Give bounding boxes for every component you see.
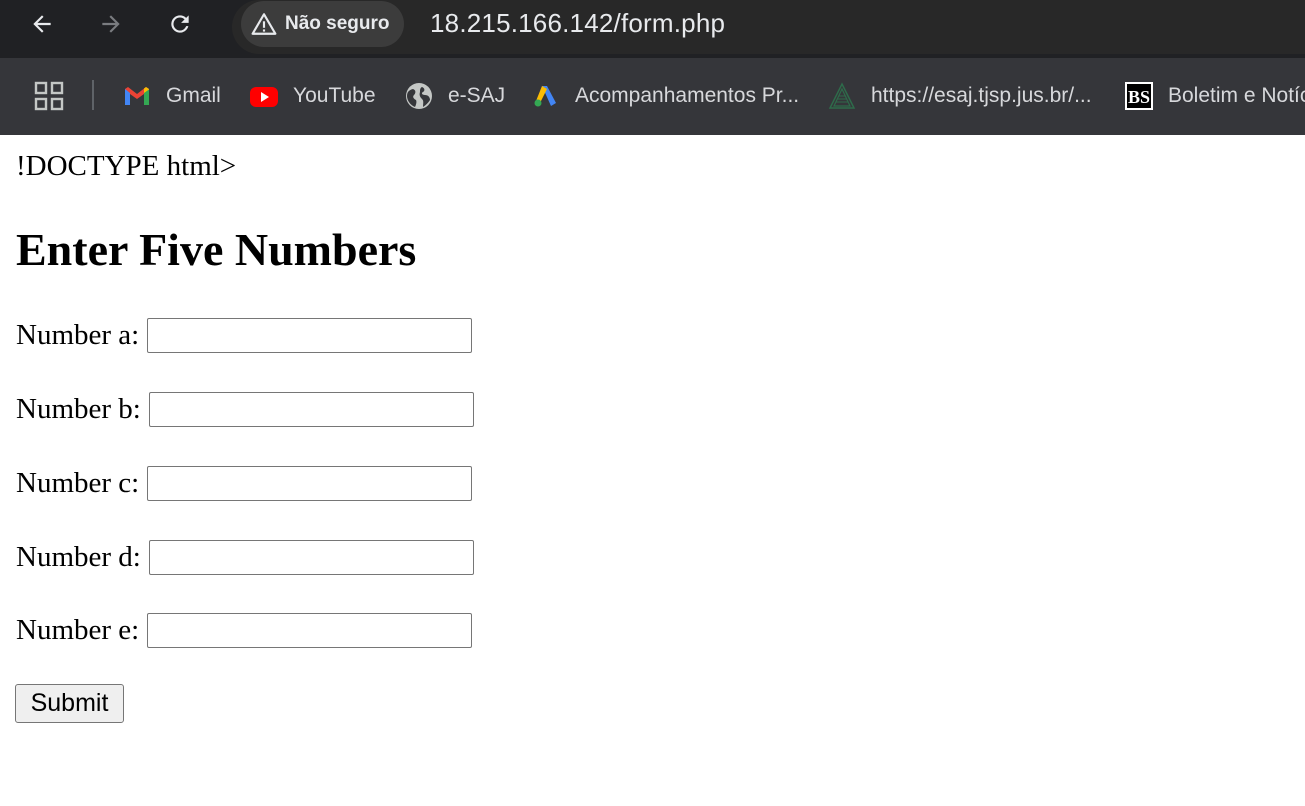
number-c-input[interactable]: [147, 465, 473, 501]
back-button[interactable]: [24, 6, 60, 42]
globe-icon: [404, 81, 434, 111]
number-e-input[interactable]: [147, 612, 473, 648]
bookmark-label: Acompanhamentos Pr...: [575, 84, 800, 107]
reload-button[interactable]: [162, 6, 198, 42]
field-row-d: Number d:: [16, 537, 474, 577]
svg-text:BS: BS: [1128, 87, 1150, 107]
bookmark-label: e-SAJ: [448, 84, 506, 107]
tjsp-icon: [827, 81, 857, 111]
number-a-input[interactable]: [147, 317, 473, 353]
arrow-right-icon: [102, 15, 120, 33]
number-b-label: Number b:: [16, 392, 141, 425]
google-ads-icon: [531, 81, 561, 111]
field-row-e: Number e:: [16, 610, 473, 650]
bookmark-label: Boletim e Notíc: [1168, 84, 1305, 107]
warning-triangle-icon: [251, 13, 277, 35]
doctype-text: !DOCTYPE html>: [16, 150, 237, 182]
apps-grid-icon: [34, 81, 64, 111]
url-text[interactable]: 18.215.166.142/form.php: [430, 8, 725, 39]
bookmarks-bar: Gmail YouTube e-SAJ Acompanhamentos Pr..…: [0, 58, 1305, 135]
gmail-icon: [122, 81, 152, 111]
number-a-label: Number a:: [16, 318, 140, 351]
arrow-left-icon: [33, 15, 51, 33]
bookmark-label: Gmail: [166, 84, 221, 107]
bookmark-youtube[interactable]: YouTube: [249, 78, 376, 114]
bs-icon: BS: [1124, 81, 1154, 111]
apps-grid-button[interactable]: [34, 81, 64, 111]
number-d-label: Number d:: [16, 540, 141, 573]
number-c-label: Number c:: [16, 466, 140, 499]
field-row-c: Number c:: [16, 463, 473, 503]
browser-toolbar: Não seguro 18.215.166.142/form.php: [0, 0, 1305, 58]
field-row-b: Number b:: [16, 389, 474, 429]
reload-icon: [171, 15, 189, 33]
bookmark-acompanhamentos[interactable]: Acompanhamentos Pr...: [531, 78, 799, 114]
page-title: Enter Five Numbers: [16, 224, 417, 275]
bookmark-label: YouTube: [293, 84, 376, 107]
bookmark-gmail[interactable]: Gmail: [122, 78, 221, 114]
number-b-input[interactable]: [148, 391, 474, 427]
page-content: !DOCTYPE html> Enter Five Numbers Number…: [0, 135, 1305, 806]
bookmarks-separator: [92, 80, 94, 110]
youtube-icon: [249, 81, 279, 111]
forward-button[interactable]: [93, 6, 129, 42]
security-label: Não seguro: [285, 13, 390, 34]
field-row-a: Number a:: [16, 315, 473, 355]
bookmark-boletim[interactable]: BS Boletim e Notíc: [1124, 78, 1305, 114]
number-d-input[interactable]: [148, 539, 474, 575]
bookmark-esaj[interactable]: e-SAJ: [404, 78, 505, 114]
bookmark-tjsp[interactable]: https://esaj.tjsp.jus.br/...: [827, 78, 1092, 114]
security-indicator[interactable]: Não seguro: [241, 1, 404, 47]
bookmark-label: https://esaj.tjsp.jus.br/...: [871, 84, 1092, 107]
number-e-label: Number e:: [16, 613, 140, 646]
address-bar[interactable]: Não seguro 18.215.166.142/form.php: [232, 0, 1305, 54]
submit-button[interactable]: Submit: [15, 684, 124, 723]
